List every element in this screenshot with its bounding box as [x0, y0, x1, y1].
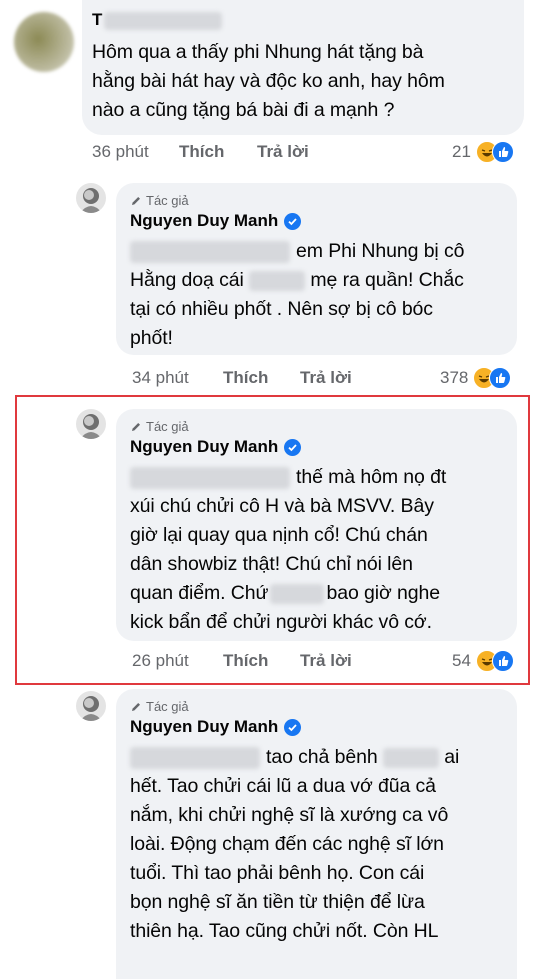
verified-badge-icon: [284, 212, 302, 230]
blurred-word: [382, 747, 439, 768]
reply-text: em Phi Nhung bị cô Hằng doạ cái mẹ ra qu…: [130, 240, 465, 349]
reply-button[interactable]: Trả lời: [257, 142, 309, 162]
reply-button[interactable]: Trả lời: [300, 651, 352, 671]
comment-actions: 36 phút Thích Trả lời: [92, 142, 309, 162]
author-reply-bubble: Tác giả Nguyen Duy Manh thế mà hôm nọ đt…: [116, 409, 517, 641]
reply-actions: 26 phút Thích Trả lời: [132, 651, 352, 671]
pencil-icon: [132, 196, 140, 205]
verified-badge-icon: [284, 718, 302, 736]
timestamp[interactable]: 36 phút: [92, 142, 179, 162]
like-reaction-icon: [489, 367, 512, 389]
author-tag: Tác giả: [130, 699, 189, 714]
author-name[interactable]: Nguyen Duy Manh: [130, 211, 302, 231]
author-tag: Tác giả: [130, 419, 189, 434]
comment-text: Hôm qua a thấy phi Nhung hát tặng bà hằn…: [92, 41, 445, 121]
timestamp[interactable]: 34 phút: [132, 368, 223, 388]
timestamp[interactable]: 26 phút: [132, 651, 223, 671]
pencil-icon: [132, 422, 140, 431]
reply-button[interactable]: Trả lời: [300, 368, 352, 388]
reply-text: tao chả bênh ai hết. Tao chửi cái lũ a d…: [130, 746, 460, 942]
blurred-mention: [130, 746, 260, 769]
author-name[interactable]: Nguyen Duy Manh: [130, 437, 302, 457]
reply-text: thế mà hôm nọ đt xúi chú chửi cô H và bà…: [130, 466, 447, 633]
reaction-summary[interactable]: 54: [452, 650, 514, 672]
blurred-word: [249, 270, 306, 291]
comment-bubble: T Hôm qua a thấy phi Nhung hát tặng bà h…: [82, 0, 524, 135]
author-reply-bubble: Tác giả Nguyen Duy Manh tao chả bênh ai …: [116, 689, 517, 979]
reaction-count: 378: [440, 368, 469, 387]
blurred-mention: [130, 240, 290, 263]
reaction-summary[interactable]: 378: [440, 367, 512, 389]
blurred-word: [270, 583, 325, 604]
reaction-count: 21: [452, 142, 471, 161]
like-reaction-icon: [491, 141, 514, 163]
like-button[interactable]: Thích: [223, 651, 300, 671]
author-tag: Tác giả: [130, 193, 189, 208]
author-avatar[interactable]: [76, 183, 106, 213]
author-avatar[interactable]: [76, 409, 106, 439]
reaction-count: 54: [452, 651, 471, 670]
like-reaction-icon: [491, 650, 514, 672]
author-reply-bubble: Tác giả Nguyen Duy Manh em Phi Nhung bị …: [116, 183, 517, 355]
author-name[interactable]: Nguyen Duy Manh: [130, 717, 302, 737]
like-button[interactable]: Thích: [179, 142, 257, 162]
verified-badge-icon: [284, 438, 302, 456]
blurred-name: [104, 11, 223, 30]
reaction-summary[interactable]: 21: [452, 141, 514, 163]
author-avatar[interactable]: [76, 691, 106, 721]
reply-actions: 34 phút Thích Trả lời: [132, 368, 352, 388]
commenter-name[interactable]: T: [92, 10, 223, 30]
blurred-mention: [130, 466, 290, 489]
like-button[interactable]: Thích: [223, 368, 300, 388]
pencil-icon: [132, 702, 140, 711]
commenter-avatar[interactable]: [14, 12, 74, 72]
